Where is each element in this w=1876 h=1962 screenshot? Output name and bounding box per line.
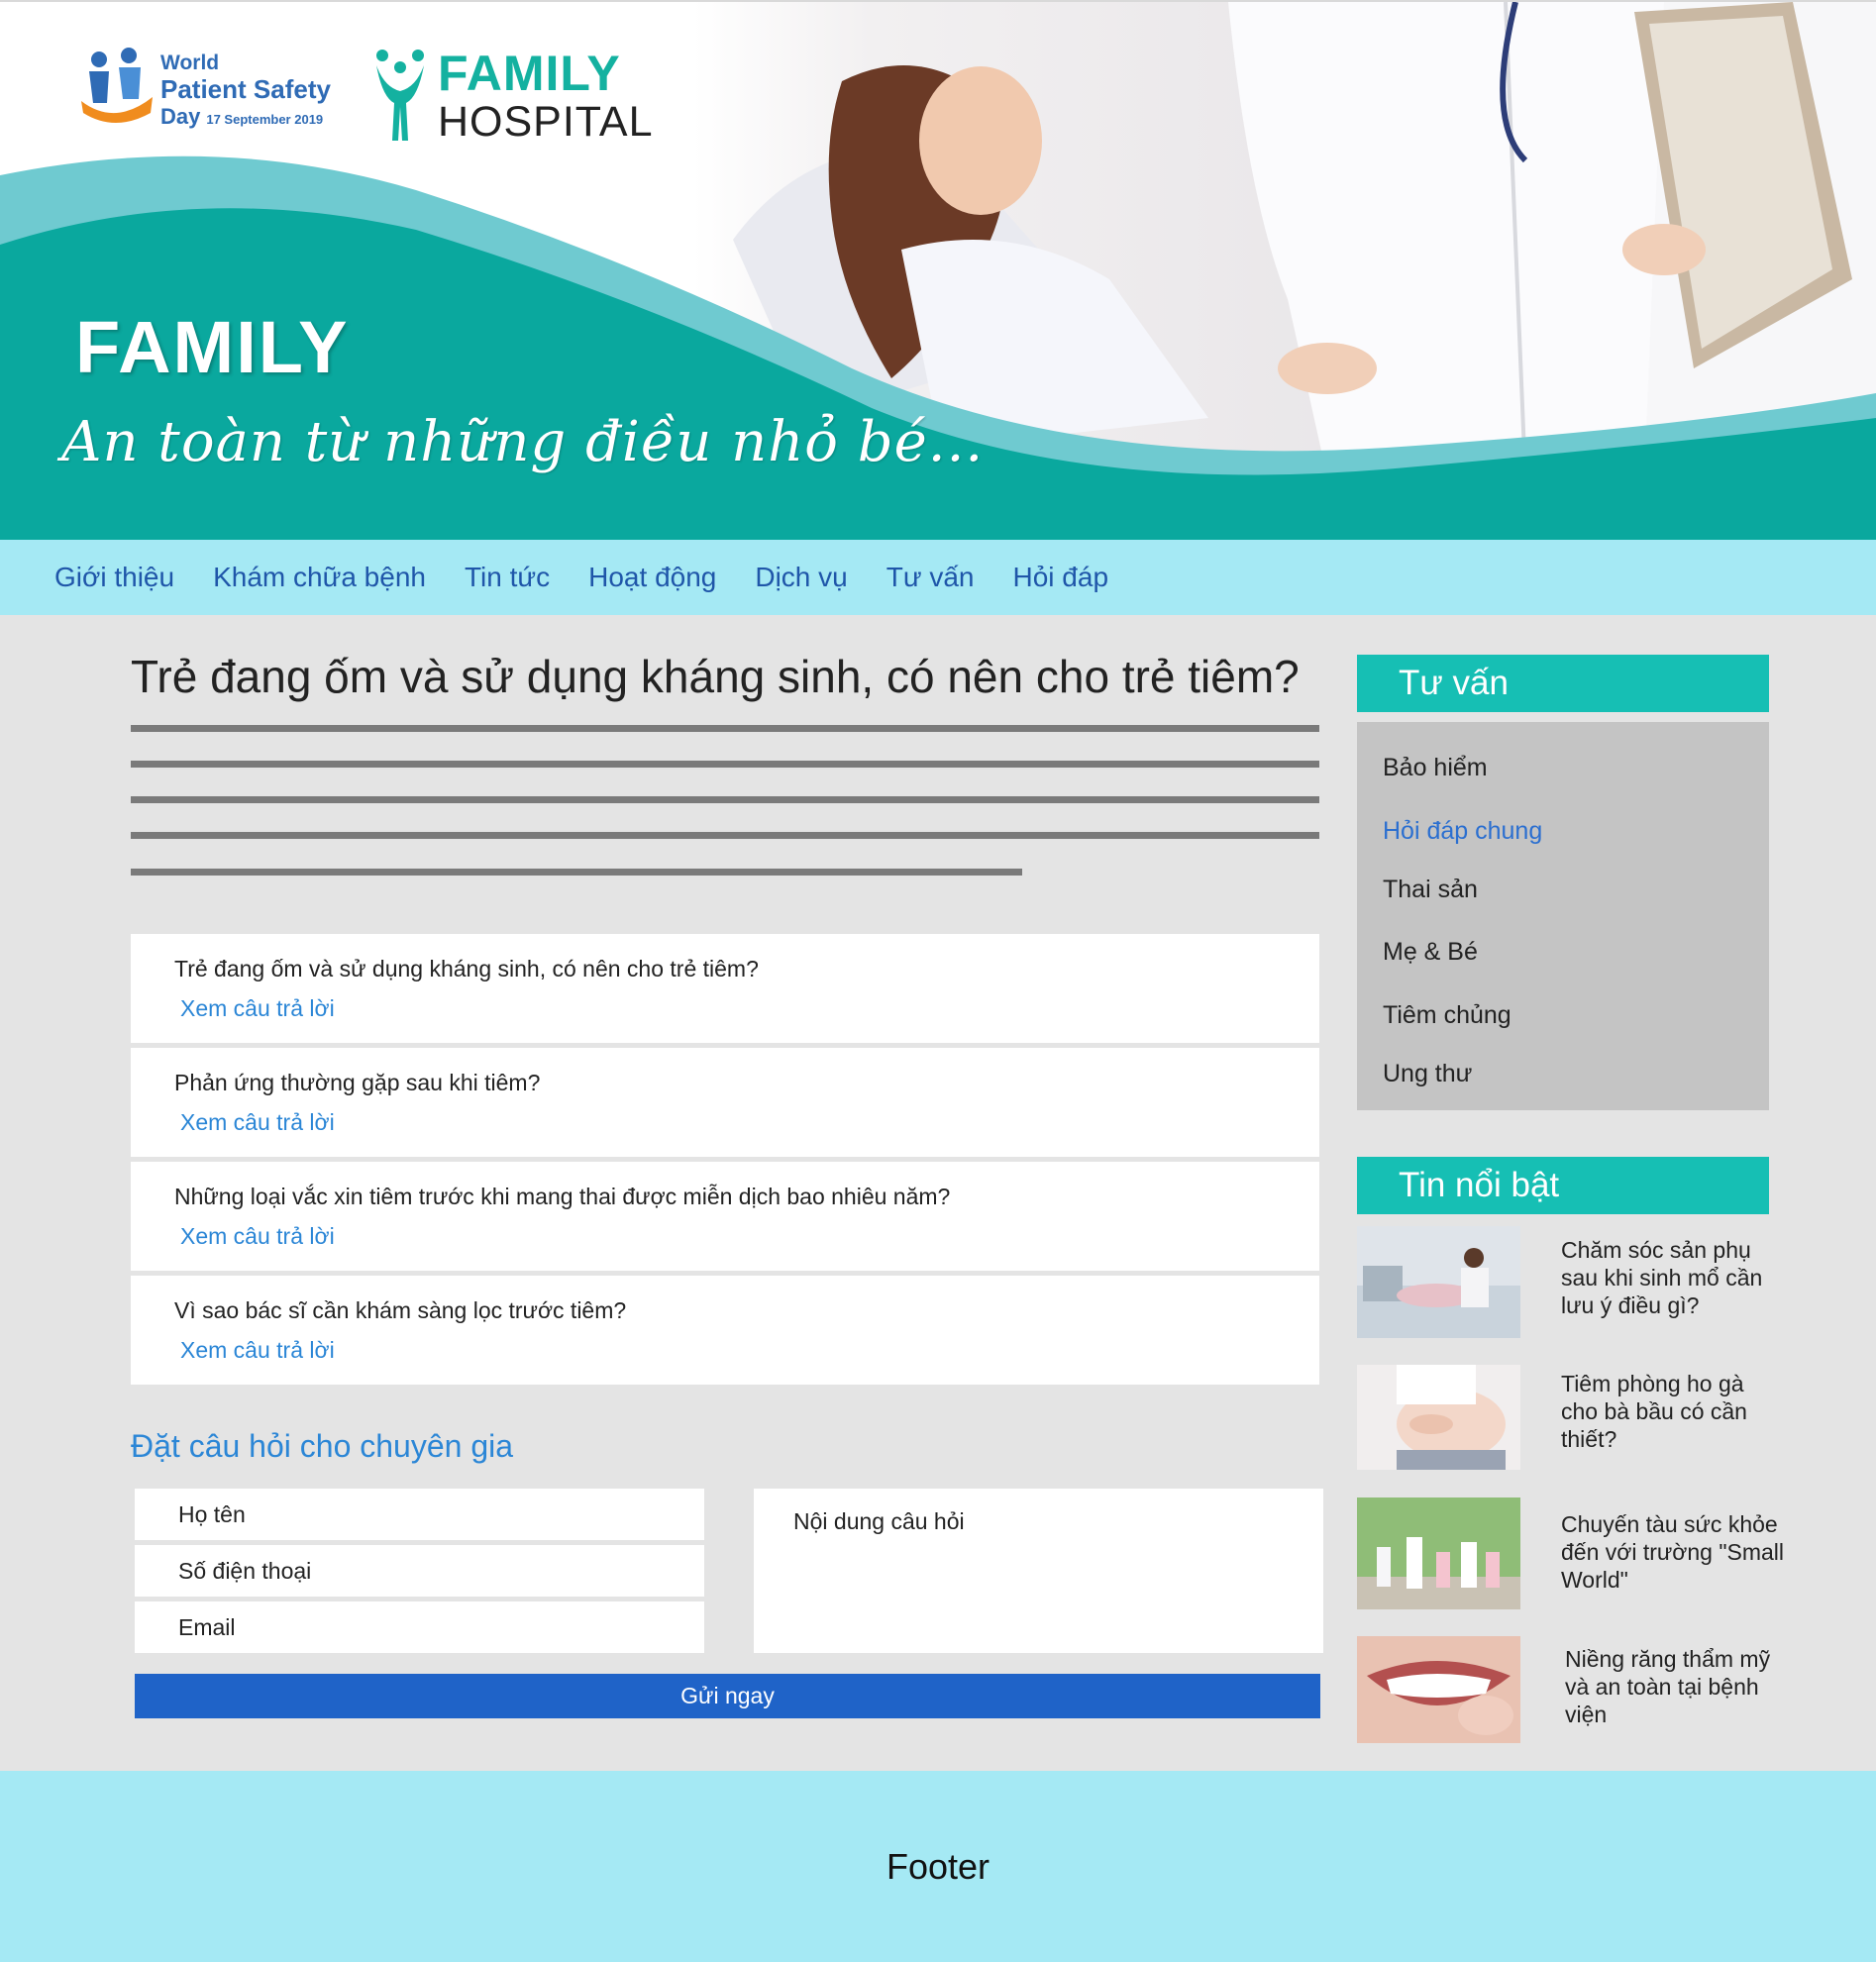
footer: Footer	[0, 1771, 1876, 1962]
news-thumbnail[interactable]	[1357, 1497, 1520, 1609]
consult-item-me-be[interactable]: Mẹ & Bé	[1383, 938, 1478, 967]
name-field[interactable]	[135, 1489, 704, 1540]
question-content-field[interactable]	[754, 1489, 1323, 1653]
world-patient-safety-day-logo: World Patient Safety Day 17 September 201…	[79, 48, 337, 133]
news-item-title[interactable]: Chăm sóc sản phụ sau khi sinh mổ cần lưu…	[1561, 1236, 1779, 1319]
consult-item-bao-hiem[interactable]: Bảo hiểm	[1383, 754, 1488, 782]
news-item-title[interactable]: Niềng răng thẩm mỹ và an toàn tại bệnh v…	[1565, 1645, 1783, 1728]
main-nav: Giới thiệu Khám chữa bệnh Tin tức Hoạt đ…	[0, 540, 1876, 615]
wpsd-date-text: 17 September 2019	[206, 112, 324, 127]
nav-item-kham-chua-benh[interactable]: Khám chữa bệnh	[213, 562, 426, 593]
view-answer-link[interactable]: Xem câu trả lời	[180, 1337, 335, 1364]
nav-item-dich-vu[interactable]: Dịch vụ	[755, 562, 847, 593]
nav-item-tin-tuc[interactable]: Tin tức	[465, 562, 550, 593]
wpsd-patient-safety-text: Patient Safety	[160, 74, 331, 104]
email-field[interactable]	[135, 1601, 704, 1653]
news-thumbnail[interactable]	[1357, 1636, 1520, 1743]
faq-question: Vì sao bác sĩ cần khám sàng lọc trước ti…	[174, 1297, 627, 1323]
faq-question: Phản ứng thường gặp sau khi tiêm?	[174, 1070, 541, 1095]
article-title: Trẻ đang ốm và sử dụng kháng sinh, có nê…	[131, 651, 1300, 702]
news-item-title[interactable]: Tiêm phòng ho gà cho bà bầu có cần thiết…	[1561, 1370, 1779, 1453]
wpsd-day-text: Day	[160, 104, 201, 129]
phone-field[interactable]	[135, 1545, 704, 1597]
ask-expert-title: Đặt câu hỏi cho chuyên gia	[131, 1428, 514, 1464]
faq-item: Những loại vắc xin tiêm trước khi mang t…	[131, 1162, 1319, 1271]
text-placeholder-line	[131, 761, 1319, 768]
consult-section-title: Tư vấn	[1357, 655, 1769, 712]
news-thumbnail[interactable]	[1357, 1226, 1520, 1338]
text-placeholder-line	[131, 725, 1319, 732]
submit-button[interactable]: Gửi ngay	[135, 1674, 1320, 1718]
header-banner: World Patient Safety Day 17 September 201…	[0, 0, 1876, 540]
nav-item-gioi-thieu[interactable]: Giới thiệu	[54, 562, 174, 593]
news-thumbnail[interactable]	[1357, 1365, 1520, 1470]
banner-slogan: An toàn từ những điều nhỏ bé...	[61, 410, 985, 474]
patient-safety-icon	[81, 48, 153, 123]
nav-item-tu-van[interactable]: Tư vấn	[886, 562, 975, 593]
banner-title: FAMILY	[75, 306, 350, 388]
footer-label: Footer	[886, 1846, 990, 1887]
text-placeholder-line	[131, 869, 1022, 876]
faq-item: Vì sao bác sĩ cần khám sàng lọc trước ti…	[131, 1276, 1319, 1385]
view-answer-link[interactable]: Xem câu trả lời	[180, 1223, 335, 1250]
consult-item-hoi-dap-chung[interactable]: Hỏi đáp chung	[1383, 817, 1542, 846]
nav-item-hoat-dong[interactable]: Hoạt động	[588, 562, 716, 593]
text-placeholder-line	[131, 832, 1319, 839]
consult-category-list: Bảo hiểm Hỏi đáp chung Thai sản Mẹ & Bé …	[1357, 722, 1769, 1110]
nav-item-hoi-dap[interactable]: Hỏi đáp	[1013, 562, 1109, 593]
view-answer-link[interactable]: Xem câu trả lời	[180, 1109, 335, 1136]
family-logo-word: FAMILY	[438, 46, 621, 101]
faq-question: Những loại vắc xin tiêm trước khi mang t…	[174, 1184, 951, 1209]
consult-item-thai-san[interactable]: Thai sản	[1383, 876, 1478, 904]
wpsd-world-text: World	[160, 52, 220, 74]
consult-item-tiem-chung[interactable]: Tiêm chủng	[1383, 1001, 1511, 1030]
family-hospital-logo[interactable]: FAMILY HOSPITAL	[372, 46, 654, 147]
faq-item: Phản ứng thường gặp sau khi tiêm? Xem câ…	[131, 1048, 1319, 1157]
featured-news-title: Tin nổi bật	[1357, 1157, 1769, 1214]
text-placeholder-line	[131, 796, 1319, 803]
family-people-icon	[376, 50, 424, 141]
faq-question: Trẻ đang ốm và sử dụng kháng sinh, có nê…	[174, 956, 759, 981]
hospital-logo-word: HOSPITAL	[438, 98, 654, 146]
view-answer-link[interactable]: Xem câu trả lời	[180, 995, 335, 1022]
news-item-title[interactable]: Chuyến tàu sức khỏe đến với trường "Smal…	[1561, 1510, 1799, 1594]
faq-item: Trẻ đang ốm và sử dụng kháng sinh, có nê…	[131, 934, 1319, 1043]
consult-item-ung-thu[interactable]: Ung thư	[1383, 1060, 1472, 1088]
